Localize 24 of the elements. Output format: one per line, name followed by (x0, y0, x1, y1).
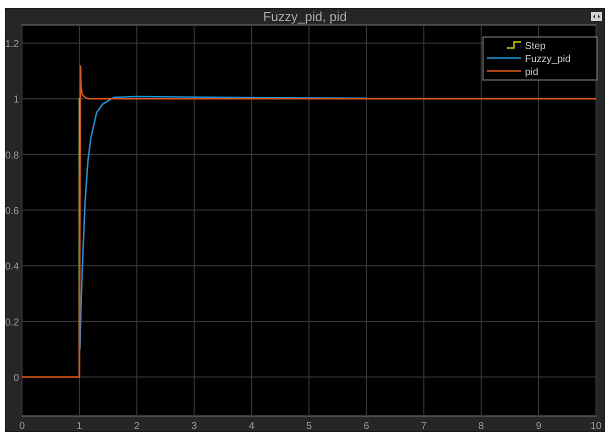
expand-button[interactable] (591, 12, 602, 21)
x-tick-label: 9 (536, 421, 542, 432)
legend-label: pid (525, 67, 538, 78)
x-tick-label: 3 (191, 421, 197, 432)
x-tick-label: 7 (421, 421, 427, 432)
x-tick-label: 5 (306, 421, 312, 432)
window-title: Fuzzy_pid, pid (263, 9, 347, 25)
x-tick-label: 8 (478, 421, 484, 432)
x-tick-label: 6 (364, 421, 370, 432)
expand-icon (593, 14, 600, 19)
x-tick-label: 4 (248, 421, 254, 432)
x-tick-label: 1 (76, 421, 82, 432)
legend-label: Fuzzy_pid (525, 54, 571, 65)
x-tick-label: 2 (134, 421, 140, 432)
y-tick-label: 1 (13, 94, 19, 106)
y-tick-label: 0.6 (5, 206, 19, 218)
y-tick-label: 0.2 (5, 317, 19, 328)
x-tick-label: 10 (590, 421, 602, 432)
y-tick-label: 0 (13, 373, 19, 384)
y-tick-label: 0.4 (5, 262, 19, 273)
legend-label: Step (525, 41, 546, 52)
y-tick-label: 1.2 (5, 39, 19, 50)
y-tick-label: 0.8 (5, 150, 19, 162)
x-tick-label: 0 (19, 421, 25, 432)
